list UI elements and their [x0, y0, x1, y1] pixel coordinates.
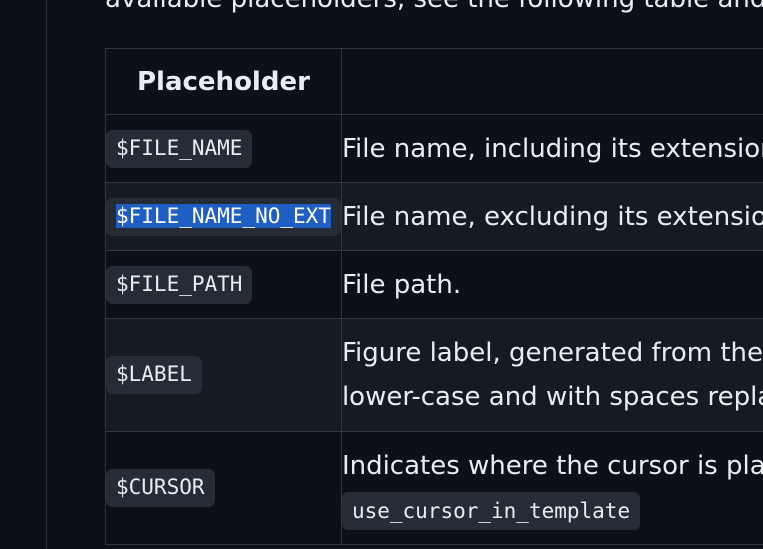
description-text: Figure label, generated from the file na…	[341, 338, 763, 368]
table-row: $LABEL Figure label, generated from the …	[105, 318, 763, 432]
inline-code[interactable]: use_cursor_in_template	[342, 492, 641, 530]
description-text: lower-case and with spaces replaced by h…	[341, 382, 763, 412]
description-cell: File name, including its extension.	[340, 114, 763, 183]
placeholder-cell: $FILE_NAME_NO_EXT	[105, 182, 342, 251]
placeholder-code[interactable]: $FILE_NAME_NO_EXT	[106, 197, 341, 236]
placeholder-cell: $LABEL	[105, 318, 342, 432]
placeholder-code[interactable]: $CURSOR	[106, 469, 215, 507]
sidebar-divider	[46, 0, 47, 549]
table-row: $FILE_NAME File name, including its exte…	[105, 114, 763, 183]
placeholder-code[interactable]: $LABEL	[106, 356, 202, 394]
description-text: Indicates where the cursor is placed.	[341, 451, 763, 481]
description-text: File path.	[341, 269, 462, 300]
selected-text[interactable]: $FILE_NAME_NO_EXT	[116, 203, 331, 228]
description-cell: File name, excluding its extension.	[340, 182, 763, 251]
table-row: $FILE_NAME_NO_EXT File name, excluding i…	[105, 182, 763, 251]
table-row: $FILE_PATH File path.	[105, 250, 763, 319]
column-header-description	[340, 48, 763, 115]
description-text: File name, including its extension.	[341, 133, 763, 164]
intro-paragraph: available placeholders, see the followin…	[105, 0, 763, 14]
placeholder-table: Placeholder $FILE_NAME File name, includ…	[105, 48, 763, 545]
placeholder-code[interactable]: $FILE_NAME	[106, 129, 253, 168]
table-row: $CURSOR Indicates where the cursor is pl…	[105, 431, 763, 545]
column-header-placeholder: Placeholder	[105, 48, 342, 115]
description-cell: Indicates where the cursor is placed. us…	[340, 431, 763, 545]
placeholder-code[interactable]: $FILE_PATH	[106, 265, 253, 304]
description-cell: File path.	[340, 250, 763, 319]
placeholder-cell: $FILE_NAME	[105, 114, 342, 183]
description-text: File name, excluding its extension.	[341, 201, 763, 232]
placeholder-cell: $FILE_PATH	[105, 250, 342, 319]
docs-page: available placeholders, see the followin…	[0, 0, 763, 549]
description-cell: Figure label, generated from the file na…	[340, 318, 763, 432]
placeholder-cell: $CURSOR	[105, 431, 342, 545]
